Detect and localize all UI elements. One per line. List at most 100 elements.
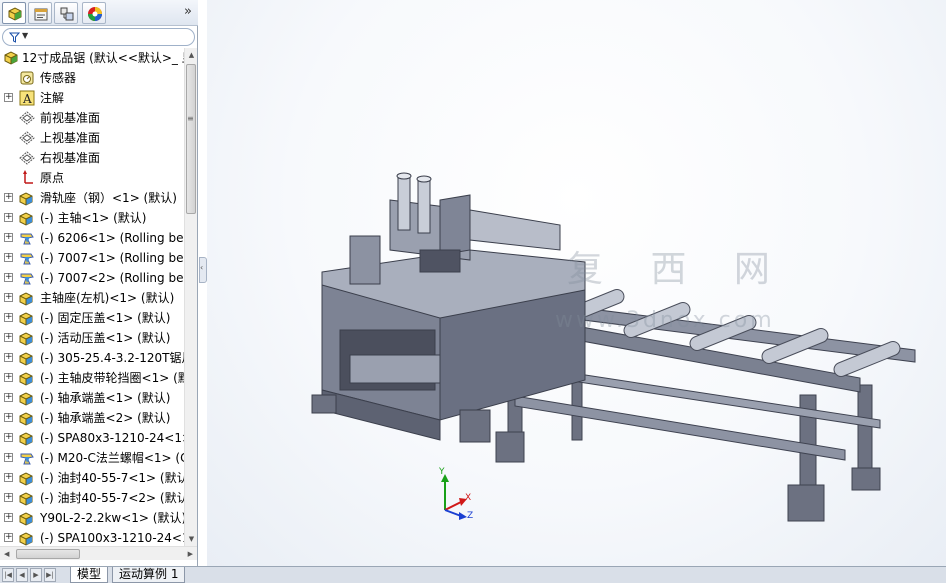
scroll-thumb[interactable] — [186, 64, 196, 214]
expand-toggle-icon[interactable]: + — [4, 193, 13, 202]
expand-toggle-icon[interactable]: + — [4, 353, 13, 362]
svg-text:A: A — [22, 92, 32, 106]
tree-item[interactable]: + (-) M20-C法兰螺帽<1> (C — [0, 448, 184, 468]
triad-y-label: Y — [438, 467, 445, 477]
expand-toggle-icon[interactable]: + — [4, 513, 13, 522]
expand-toggle-icon[interactable]: + — [4, 413, 13, 422]
tree-item[interactable]: + (-) 主轴皮带轮挡圈<1> (默 — [0, 368, 184, 388]
expand-toggle-icon[interactable]: + — [4, 333, 13, 342]
feature-tree: 12寸成品锯 (默认<<默认>_ 显传感器 + A 注解 前视基准面 上视基准面 右视基准面… — [0, 48, 184, 546]
reference-triad-icon: Y X Z — [438, 467, 473, 521]
tree-item[interactable]: + (-) SPA80x3-1210-24<1> — [0, 428, 184, 448]
tree-item-label: (-) 轴承端盖<1> (默认) — [40, 391, 171, 405]
part-icon — [18, 449, 36, 467]
tree-item[interactable]: + (-) 活动压盖<1> (默认) — [0, 328, 184, 348]
expand-toggle-icon[interactable]: + — [4, 233, 13, 242]
tree-item[interactable]: + 主轴座(左机)<1> (默认) — [0, 288, 184, 308]
tree-item[interactable]: + (-) 6206<1> (Rolling bea — [0, 228, 184, 248]
tree-item[interactable]: + (-) 轴承端盖<1> (默认) — [0, 388, 184, 408]
filter-dropdown-arrow-icon[interactable]: ▼ — [22, 31, 28, 40]
tree-item[interactable]: + (-) 固定压盖<1> (默认) — [0, 308, 184, 328]
expand-toggle-icon[interactable]: + — [4, 493, 13, 502]
subassembly-icon — [18, 349, 36, 367]
scroll-down-arrow-icon[interactable]: ▼ — [185, 532, 198, 546]
expand-toggle-icon[interactable]: + — [4, 393, 13, 402]
tree-item[interactable]: + (-) SPA100x3-1210-24<1 — [0, 528, 184, 546]
expand-toggle-icon[interactable]: + — [4, 293, 13, 302]
hscroll-thumb[interactable] — [16, 549, 80, 559]
tree-item[interactable]: 前视基准面 — [0, 108, 184, 128]
tree-filter[interactable]: ▼ — [2, 28, 195, 46]
tree-item[interactable]: + 滑轨座（钢）<1> (默认) — [0, 188, 184, 208]
part-icon — [18, 229, 36, 247]
expand-toggle-icon[interactable]: + — [4, 273, 13, 282]
expand-toggle-icon[interactable]: + — [4, 313, 13, 322]
tree-item-label: (-) 固定压盖<1> (默认) — [40, 311, 171, 325]
tree-item-label: 前视基准面 — [40, 111, 101, 125]
expand-toggle-icon[interactable]: + — [4, 533, 13, 542]
more-tabs-chevron-icon[interactable]: » — [184, 4, 192, 19]
watermark-url: www.3dnox.com — [555, 308, 775, 333]
solidworks-window: » ▼ 12寸成品锯 (默认<<默认>_ 显传感器 + A 注解 前视基准面 上视基准面右… — [0, 0, 946, 583]
tab-property-manager[interactable] — [28, 2, 52, 24]
tree-item-label: (-) 7007<1> (Rolling bea — [40, 251, 184, 265]
tree-item[interactable]: 传感器 — [0, 68, 184, 88]
tree-item[interactable]: + Y90L-2-2.2kw<1> (默认) — [0, 508, 184, 528]
tree-item[interactable]: + (-) 7007<2> (Rolling bea — [0, 268, 184, 288]
tree-root-item[interactable]: 12寸成品锯 (默认<<默认>_ 显 — [0, 48, 184, 68]
tree-item-label: (-) 7007<2> (Rolling bea — [40, 271, 184, 285]
expand-toggle-icon[interactable]: + — [4, 373, 13, 382]
tree-item[interactable]: + (-) 轴承端盖<2> (默认) — [0, 408, 184, 428]
tree-item-label: Y90L-2-2.2kw<1> (默认) — [40, 511, 184, 525]
expand-toggle-icon[interactable]: + — [4, 93, 13, 102]
tree-item-label: (-) SPA80x3-1210-24<1> — [40, 431, 184, 445]
subassembly-icon — [18, 389, 36, 407]
tree-item-label: (-) 油封40-55-7<1> (默认 — [40, 471, 184, 485]
prev-tab-button[interactable]: ◀ — [16, 568, 28, 582]
tree-item[interactable]: + (-) 油封40-55-7<2> (默认 — [0, 488, 184, 508]
subassembly-icon — [18, 509, 36, 527]
first-tab-button[interactable]: |◀ — [2, 568, 14, 582]
tree-item[interactable]: 右视基准面 — [0, 148, 184, 168]
configuration-manager-icon — [60, 7, 74, 21]
tree-item-label: 原点 — [40, 171, 65, 185]
tab-motion-study-1[interactable]: 运动算例 1 — [112, 567, 186, 583]
origin-icon — [18, 169, 36, 187]
panel-collapse-handle[interactable]: ‹ — [199, 257, 207, 283]
last-tab-button[interactable]: ▶| — [44, 568, 56, 582]
triad-x-label: X — [465, 493, 471, 503]
tree-item[interactable]: + (-) 305-25.4-3.2-120T锯片 — [0, 348, 184, 368]
feature-manager-panel: » ▼ 12寸成品锯 (默认<<默认>_ 显传感器 + A 注解 前视基准面 上视基准面右… — [0, 0, 198, 566]
tree-item[interactable]: + A 注解 — [0, 88, 184, 108]
tree-item-label: (-) 活动压盖<1> (默认) — [40, 331, 171, 345]
expand-toggle-icon[interactable]: + — [4, 253, 13, 262]
subassembly-icon — [18, 469, 36, 487]
scroll-up-arrow-icon[interactable]: ▲ — [185, 48, 198, 62]
expand-toggle-icon[interactable]: + — [4, 433, 13, 442]
tab-model[interactable]: 模型 — [70, 567, 109, 583]
part-icon — [18, 249, 36, 267]
tree-vertical-scrollbar[interactable]: ▲ ≡ ▼ — [184, 48, 197, 546]
panel-tab-bar: » — [0, 0, 198, 26]
expand-toggle-icon[interactable]: + — [4, 213, 13, 222]
expand-toggle-icon[interactable]: + — [4, 473, 13, 482]
tree-item[interactable]: + (-) 主轴<1> (默认) — [0, 208, 184, 228]
graphics-area[interactable]: 复 西 网 www.3dnox.com Y X Z — [207, 0, 946, 566]
tree-item[interactable]: 原点 — [0, 168, 184, 188]
filter-icon — [9, 32, 20, 43]
part-icon — [18, 269, 36, 287]
tab-display-manager[interactable] — [82, 2, 106, 24]
subassembly-icon — [18, 429, 36, 447]
tab-configuration-manager[interactable] — [54, 2, 78, 24]
tree-horizontal-scrollbar[interactable]: ◀ ▶ — [0, 546, 197, 560]
tab-feature-manager[interactable] — [2, 2, 26, 24]
tree-item-label: (-) 轴承端盖<2> (默认) — [40, 411, 171, 425]
tree-item[interactable]: + (-) 油封40-55-7<1> (默认 — [0, 468, 184, 488]
tree-item-label: (-) 305-25.4-3.2-120T锯片 — [40, 351, 184, 365]
scroll-right-arrow-icon[interactable]: ▶ — [188, 547, 193, 561]
next-tab-button[interactable]: ▶ — [30, 568, 42, 582]
scroll-left-arrow-icon[interactable]: ◀ — [4, 547, 9, 561]
tree-item[interactable]: 上视基准面 — [0, 128, 184, 148]
tree-item[interactable]: + (-) 7007<1> (Rolling bea — [0, 248, 184, 268]
expand-toggle-icon[interactable]: + — [4, 453, 13, 462]
